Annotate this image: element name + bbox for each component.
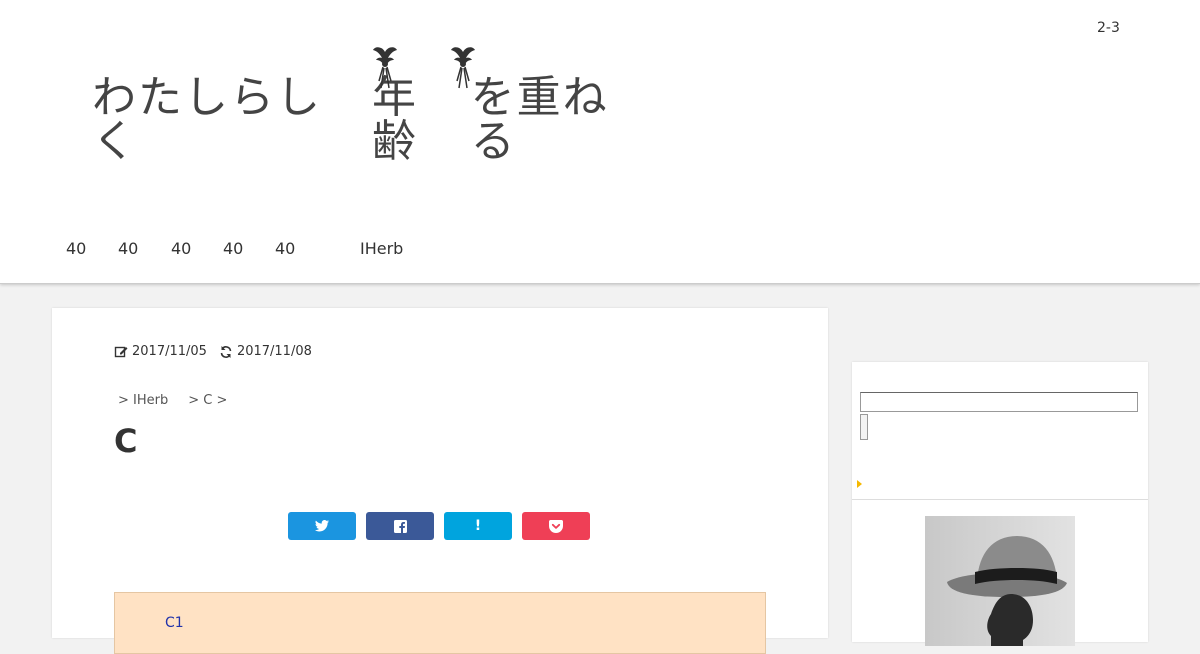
article-title: C	[114, 422, 138, 460]
toc-item[interactable]: C1	[165, 615, 184, 631]
article-dates: 2017/11/05 2017/11/08	[114, 344, 312, 359]
pocket-share-button[interactable]	[522, 512, 590, 540]
profile-photo	[925, 516, 1075, 646]
facebook-icon	[393, 519, 407, 533]
twitter-icon	[315, 520, 329, 532]
table-of-contents: C1	[114, 592, 766, 654]
nav-item-2[interactable]: 40	[118, 239, 138, 258]
logo-text-start: わたしらしく	[92, 72, 322, 167]
twitter-share-button[interactable]	[288, 512, 356, 540]
updated-date-text: 2017/11/08	[236, 344, 312, 359]
breadcrumb-item-c[interactable]: > C >	[188, 393, 227, 408]
logo-text-end: を重ねる	[470, 72, 609, 167]
global-nav: 40 40 40 40 40 IHerb	[0, 235, 1200, 265]
nav-item-iherb[interactable]: IHerb	[360, 239, 403, 258]
hatena-share-button[interactable]: !	[444, 512, 512, 540]
edit-icon	[114, 346, 128, 357]
sidebar-divider	[852, 499, 1148, 500]
fairy-right-icon	[451, 47, 475, 89]
nav-item-4[interactable]: 40	[223, 239, 243, 258]
nav-item-5[interactable]: 40	[275, 239, 295, 258]
refresh-icon	[220, 345, 232, 358]
nav-item-1[interactable]: 40	[66, 239, 86, 258]
facebook-share-button[interactable]	[366, 512, 434, 540]
site-logo[interactable]: わたしらしく 年齢 を重ねる	[92, 47, 652, 164]
site-header: 2-3 わたしらしく 年齢 を重ねる 40 40 40 40 40 IHerb	[0, 0, 1200, 284]
logo-text-middle: 年齢	[372, 47, 475, 164]
share-buttons: !	[288, 512, 590, 540]
fairy-left-icon	[373, 47, 397, 89]
breadcrumb: > IHerb > C >	[118, 393, 227, 408]
article-card: 2017/11/05 2017/11/08 > IHerb > C > C ! …	[52, 308, 828, 654]
breadcrumb-item-iherb[interactable]: > IHerb	[118, 393, 168, 408]
posted-date: 2017/11/05	[114, 344, 207, 359]
nav-item-3[interactable]: 40	[171, 239, 191, 258]
posted-date-text: 2017/11/05	[132, 344, 207, 359]
hatena-icon: !	[474, 518, 482, 534]
sidebar-widget	[852, 362, 1148, 646]
search-button[interactable]	[860, 414, 868, 440]
updated-date: 2017/11/08	[219, 344, 312, 359]
arrow-right-icon	[857, 480, 862, 488]
pocket-icon	[549, 519, 563, 533]
search-input[interactable]	[860, 392, 1138, 412]
top-link[interactable]: 2-3	[1097, 20, 1120, 36]
profile-image	[925, 516, 1075, 646]
